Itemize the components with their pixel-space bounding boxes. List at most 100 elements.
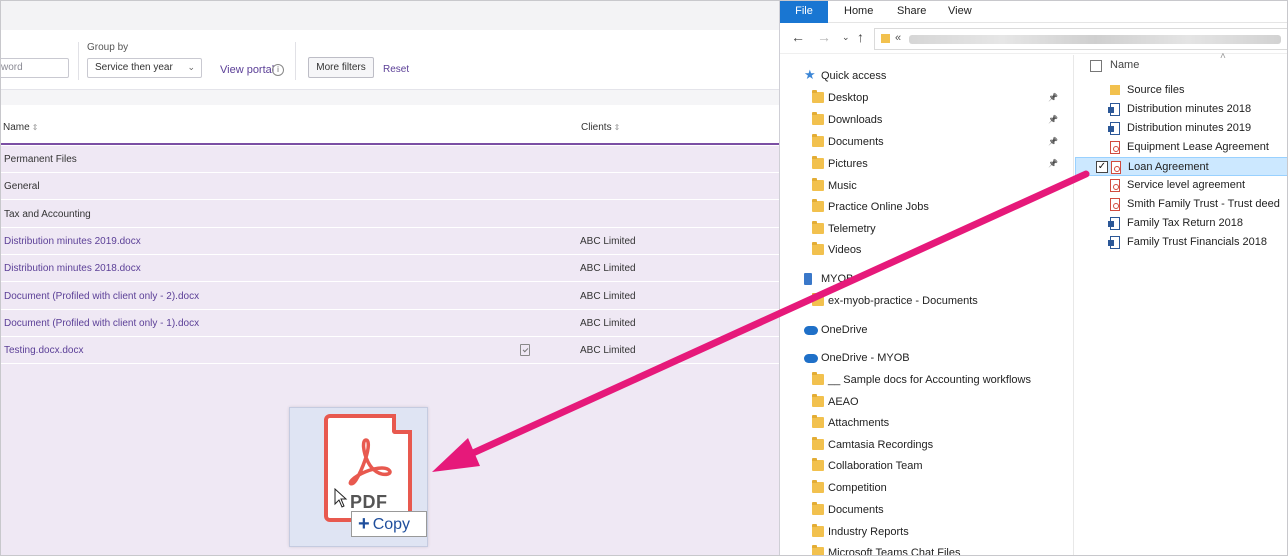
- folder-icon: [812, 156, 824, 169]
- view-portal-link[interactable]: View portal: [220, 64, 274, 76]
- nav-item[interactable]: ex-myob-practice - Documents: [780, 291, 1070, 313]
- file-item[interactable]: Family Trust Financials 2018: [1075, 233, 1288, 252]
- group-name: Permanent Files: [4, 154, 77, 165]
- tab-file[interactable]: File: [780, 0, 828, 23]
- table-row[interactable]: Testing.docx.docx ABC Limited: [0, 337, 779, 365]
- nav-item[interactable]: ★ Quick access: [780, 66, 1070, 88]
- nav-item[interactable]: Documents: [780, 500, 1070, 522]
- group-row[interactable]: General: [0, 173, 779, 201]
- nav-item[interactable]: __ Sample docs for Accounting workflows: [780, 370, 1070, 392]
- grid-header: Name ⇕ Clients ⇕: [0, 105, 779, 145]
- nav-item-label: Pictures: [828, 158, 868, 170]
- recent-chevron-icon[interactable]: ⌄: [842, 32, 850, 43]
- folder-icon: [1110, 85, 1120, 95]
- column-header-name[interactable]: Name ⇕: [3, 122, 38, 133]
- nav-item[interactable]: OneDrive - MYOB: [780, 348, 1070, 370]
- chevron-down-icon: ⌄: [187, 62, 195, 72]
- checked-doc-icon: [520, 344, 530, 357]
- word-file-icon: [1108, 236, 1120, 249]
- file-name-link[interactable]: Distribution minutes 2019.docx: [4, 236, 141, 247]
- more-filters-button[interactable]: More filters: [308, 57, 374, 78]
- file-name-link[interactable]: Testing.docx.docx: [4, 345, 84, 356]
- nav-item[interactable]: AEAO: [780, 392, 1070, 414]
- column-header-name[interactable]: Name: [1110, 59, 1139, 71]
- nav-item[interactable]: OneDrive: [780, 320, 1070, 342]
- file-item[interactable]: Distribution minutes 2019: [1075, 119, 1288, 138]
- tab-home[interactable]: Home: [844, 0, 873, 23]
- nav-item[interactable]: Downloads 📌: [780, 110, 1070, 132]
- reset-link[interactable]: Reset: [383, 64, 409, 75]
- checkbox-checked-icon[interactable]: ✓: [1096, 161, 1108, 173]
- nav-item[interactable]: Documents 📌: [780, 132, 1070, 154]
- column-name-label: Name: [3, 122, 30, 133]
- group-by-value: Service then year: [95, 62, 173, 73]
- pin-icon[interactable]: 📌: [1048, 137, 1058, 146]
- nav-item[interactable]: Microsoft Teams Chat Files: [780, 543, 1070, 556]
- tab-share[interactable]: Share: [897, 0, 926, 23]
- column-header-clients[interactable]: Clients ⇕: [581, 122, 620, 133]
- group-row[interactable]: Permanent Files: [0, 146, 779, 173]
- divider: [295, 42, 296, 80]
- file-name-link[interactable]: Document (Profiled with client only - 1)…: [4, 318, 199, 329]
- group-row[interactable]: Tax and Accounting: [0, 201, 779, 228]
- nav-item[interactable]: Pictures 📌: [780, 154, 1070, 176]
- table-row[interactable]: Document (Profiled with client only - 2)…: [0, 283, 779, 310]
- file-name: Family Trust Financials 2018: [1127, 236, 1267, 248]
- nav-item[interactable]: Camtasia Recordings: [780, 435, 1070, 457]
- address-bar: ← → ⌄ ↑ «: [780, 24, 1288, 54]
- client-cell: ABC Limited: [580, 345, 636, 357]
- select-all-checkbox[interactable]: [1090, 60, 1102, 72]
- nav-item[interactable]: Videos: [780, 240, 1070, 262]
- nav-item[interactable]: Competition: [780, 478, 1070, 500]
- nav-item[interactable]: Collaboration Team: [780, 456, 1070, 478]
- table-row[interactable]: Distribution minutes 2018.docx ABC Limite…: [0, 255, 779, 283]
- document-portal: word Group by Service then year ⌄ View p…: [0, 0, 780, 556]
- pin-icon[interactable]: 📌: [1048, 159, 1058, 168]
- table-row[interactable]: Distribution minutes 2019.docx ABC Limite…: [0, 228, 779, 255]
- nav-item[interactable]: Practice Online Jobs: [780, 197, 1070, 219]
- up-arrow-icon[interactable]: ↑: [857, 29, 864, 45]
- file-item[interactable]: Source files: [1075, 81, 1288, 100]
- nav-item-label: Competition: [828, 482, 887, 494]
- nav-item[interactable]: Music: [780, 176, 1070, 198]
- keyword-input[interactable]: word: [0, 58, 69, 78]
- nav-item-label: Telemetry: [828, 223, 876, 235]
- nav-item-label: Camtasia Recordings: [828, 439, 934, 451]
- pin-icon[interactable]: 📌: [1048, 115, 1058, 124]
- folder-icon: [812, 134, 824, 147]
- table-row[interactable]: Document (Profiled with client only - 1)…: [0, 310, 779, 337]
- file-item[interactable]: Smith Family Trust - Trust deed: [1075, 195, 1288, 214]
- forward-arrow-icon[interactable]: →: [817, 29, 831, 45]
- nav-item-label: __ Sample docs for Accounting workflows: [828, 374, 1031, 386]
- nav-item[interactable]: Industry Reports: [780, 522, 1070, 544]
- column-clients-label: Clients: [581, 122, 612, 133]
- file-item[interactable]: Family Tax Return 2018: [1075, 214, 1288, 233]
- folder-icon: [812, 437, 824, 450]
- nav-item[interactable]: Desktop 📌: [780, 88, 1070, 110]
- address-input[interactable]: «: [874, 28, 1288, 50]
- file-name-link[interactable]: Distribution minutes 2018.docx: [4, 263, 141, 274]
- back-arrow-icon[interactable]: ←: [791, 29, 805, 45]
- file-item[interactable]: Distribution minutes 2018: [1075, 100, 1288, 119]
- pin-icon[interactable]: 📌: [1048, 93, 1058, 102]
- file-item[interactable]: Equipment Lease Agreement: [1075, 138, 1288, 157]
- folder-icon: [812, 394, 824, 407]
- group-by-select[interactable]: Service then year ⌄: [87, 58, 202, 78]
- nav-item-label: Downloads: [828, 114, 883, 126]
- nav-item-label: ex-myob-practice - Documents: [828, 295, 978, 307]
- file-name-link[interactable]: Document (Profiled with client only - 2)…: [4, 291, 199, 302]
- file-item[interactable]: ✓ Loan Agreement: [1075, 157, 1288, 176]
- client-cell: ABC Limited: [580, 235, 636, 247]
- file-item[interactable]: Service level agreement: [1075, 176, 1288, 195]
- nav-item[interactable]: MYOB: [780, 269, 1070, 291]
- nav-item-label: Microsoft Teams Chat Files: [828, 547, 961, 556]
- nav-item[interactable]: Telemetry: [780, 219, 1070, 241]
- info-icon[interactable]: i: [272, 64, 284, 76]
- nav-item[interactable]: Attachments: [780, 413, 1070, 435]
- word-file-icon: [1108, 103, 1120, 116]
- file-list-header: Name ˄: [1075, 51, 1288, 81]
- tab-view[interactable]: View: [948, 0, 972, 23]
- folder-icon: [812, 178, 824, 191]
- nav-item-label: Practice Online Jobs: [828, 201, 929, 213]
- nav-item-label: Videos: [828, 244, 862, 256]
